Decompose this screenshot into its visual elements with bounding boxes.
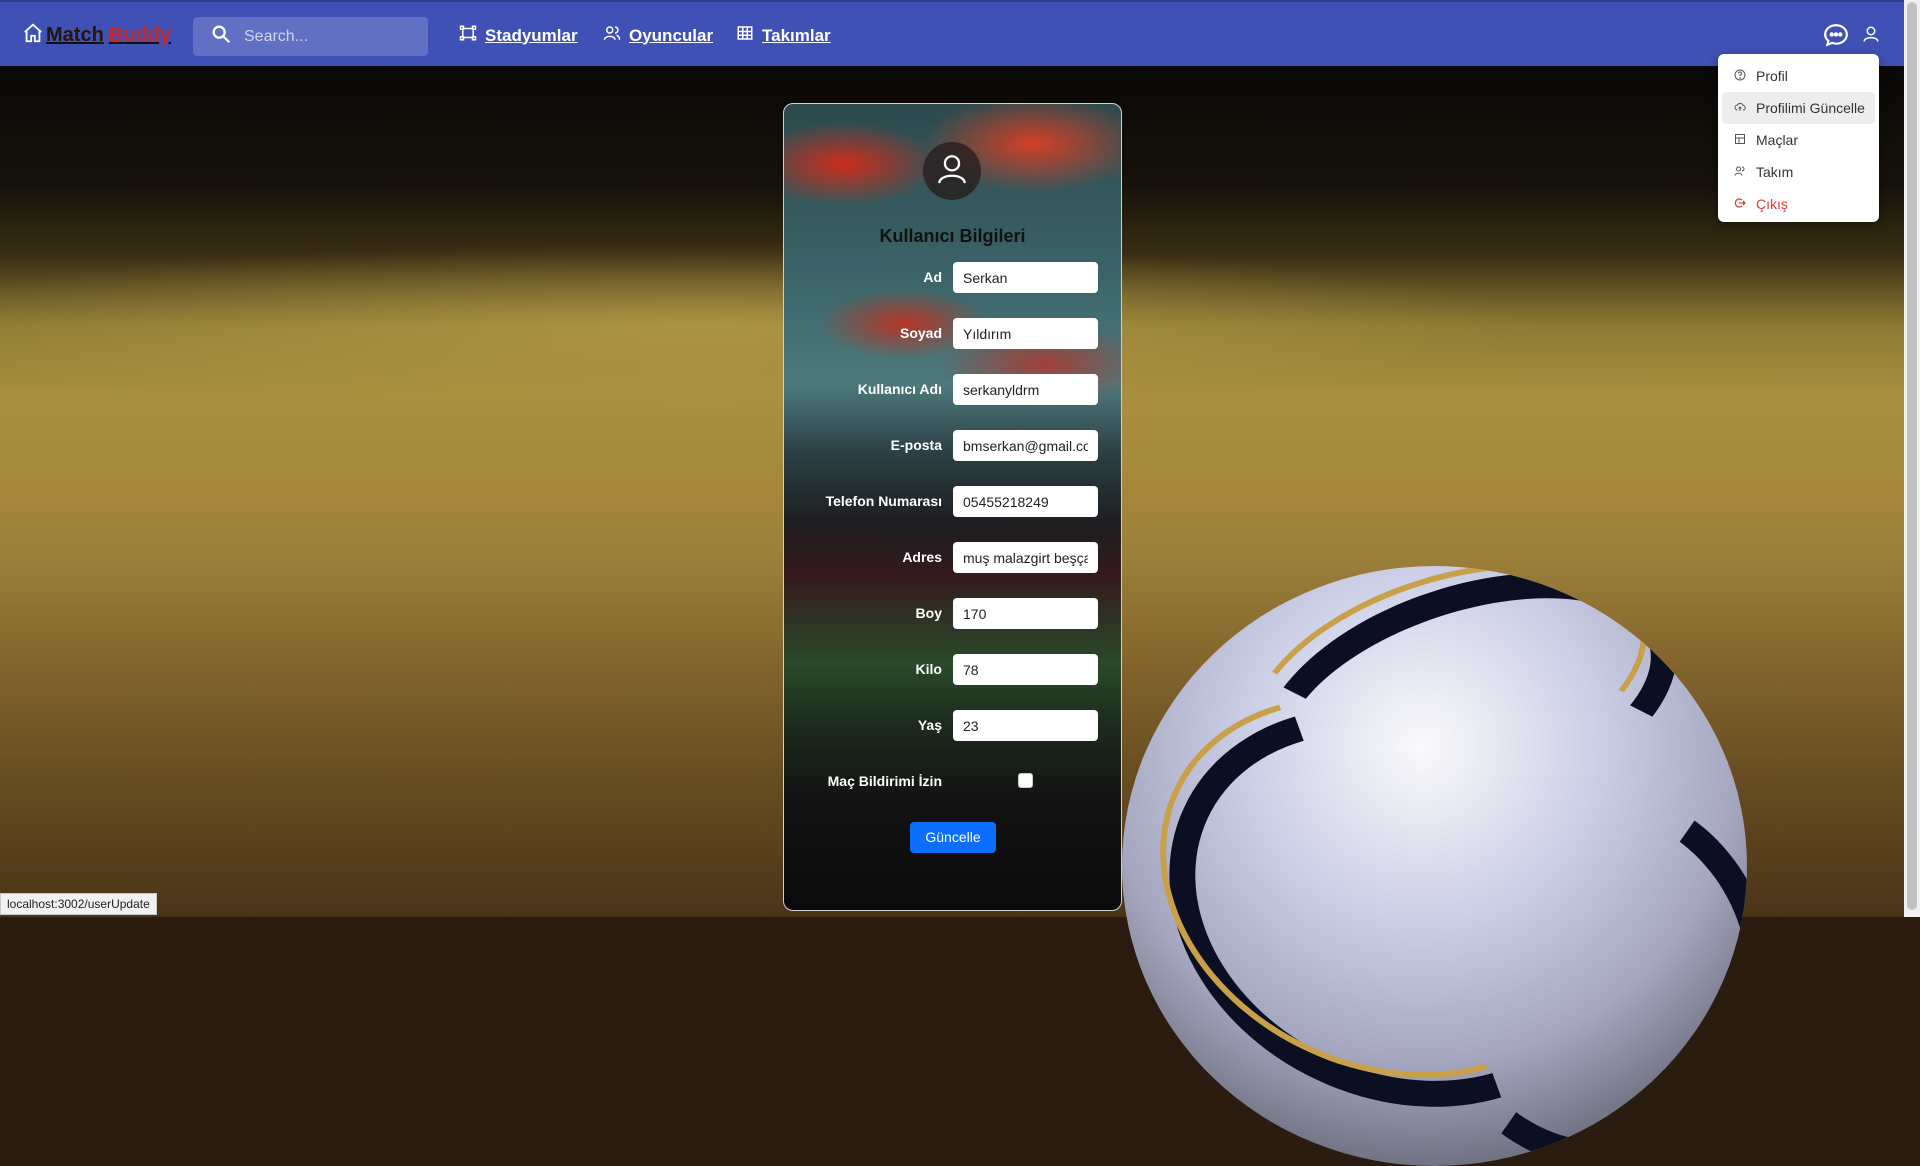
- top-navbar: Match Buddy Stadyumlar Oyuncular Takımla…: [0, 0, 1920, 66]
- form-row-kullanici-adi: Kullanıcı Adı: [784, 374, 1121, 405]
- players-icon: [603, 24, 629, 47]
- field-label: Soyad: [899, 325, 942, 341]
- soccer-ball-image: [1122, 566, 1747, 1166]
- nav-link-label: Takımlar: [762, 25, 831, 45]
- user-icon: [1862, 25, 1880, 43]
- username-input[interactable]: [953, 374, 1098, 405]
- table-icon: [736, 24, 762, 47]
- phone-input[interactable]: [953, 486, 1098, 517]
- form-row-soyad: Soyad: [784, 318, 1121, 349]
- field-label: Ad: [923, 269, 942, 285]
- avatar: [923, 142, 981, 200]
- menu-item-cikis[interactable]: Çıkış: [1718, 188, 1879, 220]
- form-row-eposta: E-posta: [784, 430, 1121, 461]
- brand-logo-link[interactable]: Match Buddy: [22, 22, 171, 49]
- field-label: Kullanıcı Adı: [857, 381, 942, 397]
- grid-icon: [1734, 132, 1756, 148]
- brand-name-part1: Match: [46, 24, 104, 46]
- field-label: Boy: [915, 605, 942, 621]
- field-label: Adres: [902, 549, 942, 565]
- menu-item-label: Çıkış: [1756, 196, 1788, 212]
- form-row-telefon: Telefon Numarası: [784, 486, 1121, 517]
- stadium-icon: [459, 24, 485, 47]
- field-label: Telefon Numarası: [825, 493, 942, 509]
- email-input[interactable]: [953, 430, 1098, 461]
- menu-item-label: Takım: [1756, 164, 1794, 180]
- search-input[interactable]: [242, 26, 426, 47]
- nav-link-label: Stadyumlar: [485, 25, 578, 45]
- nav-link-oyuncular[interactable]: Oyuncular: [603, 24, 713, 47]
- form-row-bildirim: Maç Bildirimi İzin: [784, 766, 1121, 797]
- user-avatar-icon: [935, 152, 969, 191]
- page-scrollbar[interactable]: [1904, 0, 1920, 917]
- address-input[interactable]: [953, 542, 1098, 573]
- team-icon: [1734, 164, 1756, 180]
- field-label: E-posta: [890, 437, 942, 453]
- cloud-upload-icon: [1734, 100, 1756, 116]
- age-input[interactable]: [953, 710, 1098, 741]
- field-label: Yaş: [917, 717, 942, 733]
- search-icon: [193, 23, 232, 50]
- user-menu-button[interactable]: [1862, 25, 1880, 43]
- nav-link-takimlar[interactable]: Takımlar: [736, 24, 831, 47]
- search-box: [193, 17, 428, 56]
- form-row-boy: Boy: [784, 598, 1121, 629]
- weight-input[interactable]: [953, 654, 1098, 685]
- form-title: Kullanıcı Bilgileri: [879, 226, 1026, 246]
- menu-item-label: Profilimi Güncelle: [1756, 100, 1865, 116]
- menu-item-profil[interactable]: Profil: [1718, 60, 1879, 92]
- match-notification-checkbox[interactable]: [1018, 773, 1033, 788]
- update-button[interactable]: Güncelle: [910, 822, 996, 853]
- menu-item-label: Maçlar: [1756, 132, 1799, 148]
- menu-item-maclar[interactable]: Maçlar: [1718, 124, 1879, 156]
- nav-link-stadyumlar[interactable]: Stadyumlar: [459, 24, 578, 47]
- height-input[interactable]: [953, 598, 1098, 629]
- chat-button[interactable]: [1823, 22, 1849, 48]
- scrollbar-thumb[interactable]: [1907, 2, 1917, 910]
- first-name-input[interactable]: [953, 262, 1098, 293]
- last-name-input[interactable]: [953, 318, 1098, 349]
- profile-form-card: Kullanıcı Bilgileri Ad Soyad Kullanıcı A…: [783, 103, 1122, 911]
- brand-name-part2: Buddy: [108, 24, 172, 46]
- field-label: Kilo: [915, 661, 942, 677]
- logout-icon: [1734, 196, 1756, 212]
- help-circle-icon: [1734, 68, 1756, 84]
- form-row-adres: Adres: [784, 542, 1121, 573]
- menu-item-label: Profil: [1756, 68, 1788, 84]
- nav-link-label: Oyuncular: [629, 25, 714, 45]
- form-row-kilo: Kilo: [784, 654, 1121, 685]
- home-icon: [22, 22, 44, 49]
- browser-status-url: localhost:3002/userUpdate: [0, 893, 157, 915]
- form-row-yas: Yaş: [784, 710, 1121, 741]
- chat-icon: [1823, 22, 1849, 48]
- user-dropdown-menu: Profil Profilimi Güncelle Maçlar Takım Ç…: [1718, 54, 1879, 222]
- form-row-ad: Ad: [784, 262, 1121, 293]
- menu-item-profilimi-guncelle[interactable]: Profilimi Güncelle: [1722, 92, 1875, 124]
- field-label: Maç Bildirimi İzin: [827, 773, 942, 789]
- menu-item-takim[interactable]: Takım: [1718, 156, 1879, 188]
